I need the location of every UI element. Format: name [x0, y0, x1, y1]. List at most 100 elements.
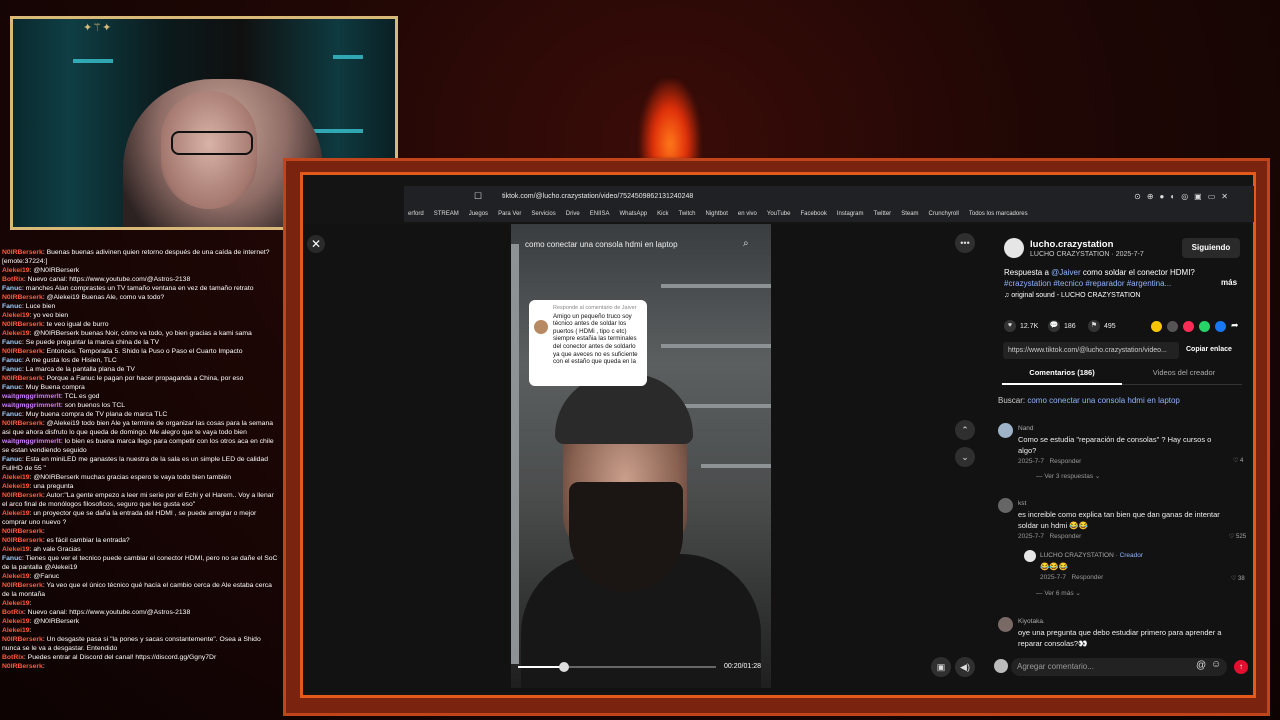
- url-field[interactable]: tiktok.com/@lucho.crazystation/video/752…: [502, 193, 693, 200]
- bookmark-item[interactable]: Steam: [901, 211, 918, 217]
- chat-username[interactable]: N0IRBerserk: [2, 294, 43, 301]
- reply-user-name[interactable]: LUCHO CRAZYSTATION: [1040, 552, 1114, 559]
- bookmark-item[interactable]: Twitch: [679, 211, 696, 217]
- view-replies-button[interactable]: — Ver 3 respuestas ⌄: [1036, 471, 1223, 482]
- chat-username[interactable]: N0IRBerserk: [2, 375, 43, 382]
- chat-username[interactable]: Alekei19: [2, 510, 30, 517]
- bookmark-item[interactable]: en vivo: [738, 211, 757, 217]
- sound-label[interactable]: original sound - LUCHO CRAZYSTATION: [1011, 292, 1140, 299]
- comment-like[interactable]: ♡ 4: [1233, 457, 1243, 464]
- chat-username[interactable]: N0IRBerserk: [2, 249, 43, 256]
- comment-user[interactable]: Kiyotaka.: [1018, 616, 1223, 627]
- chat-username[interactable]: Fanuc: [2, 285, 22, 292]
- bookmark-item[interactable]: Facebook: [800, 211, 826, 217]
- search-icon[interactable]: ⌕: [743, 238, 749, 249]
- likes-stat[interactable]: ♥ 12.7K: [1004, 320, 1038, 332]
- view-more-button[interactable]: — Ver 6 más ⌄: [1036, 588, 1225, 599]
- comment-input[interactable]: Agregar comentario...: [1011, 658, 1227, 676]
- author-handle[interactable]: lucho.crazystation: [1030, 239, 1113, 250]
- next-video-button[interactable]: ⌄: [955, 447, 975, 467]
- bookmark-item[interactable]: Crunchyroll: [929, 211, 959, 217]
- previous-video-button[interactable]: ⌃: [955, 420, 975, 440]
- embed-icon[interactable]: [1167, 321, 1178, 332]
- comment-user[interactable]: LUCHO CRAZYSTATION · Creador: [1040, 550, 1225, 561]
- chat-username[interactable]: Alekei19: [2, 474, 30, 481]
- chat-username[interactable]: Alekei19: [2, 330, 30, 337]
- video-progress-bar[interactable]: [518, 662, 716, 672]
- chat-username[interactable]: Alekei19: [2, 483, 30, 490]
- bookmark-item[interactable]: Todos los marcadores: [969, 211, 1028, 217]
- chat-username[interactable]: BotRix: [2, 276, 24, 283]
- bookmark-item[interactable]: Kick: [657, 211, 668, 217]
- chat-username[interactable]: Alekei19: [2, 312, 30, 319]
- chat-username[interactable]: N0IRBerserk: [2, 663, 43, 670]
- more-options-icon[interactable]: •••: [955, 233, 975, 253]
- chat-username[interactable]: Fanuc: [2, 384, 22, 391]
- avatar[interactable]: [998, 423, 1013, 438]
- chat-username[interactable]: waitgmggrimmerlt: [2, 402, 61, 409]
- bookmark-item[interactable]: YouTube: [767, 211, 791, 217]
- comment-like[interactable]: ♡ 38: [1231, 575, 1245, 582]
- chat-username[interactable]: BotRix: [2, 654, 24, 661]
- tab-creator-videos[interactable]: Videos del creador: [1124, 368, 1244, 377]
- share-friends-icon[interactable]: [1183, 321, 1194, 332]
- chat-username[interactable]: N0IRBerserk: [2, 348, 43, 355]
- saves-stat[interactable]: ⚑ 495: [1088, 320, 1116, 332]
- chat-username[interactable]: Alekei19: [2, 627, 30, 634]
- facebook-icon[interactable]: [1215, 321, 1226, 332]
- chat-username[interactable]: N0IRBerserk: [2, 492, 43, 499]
- emoji-icon[interactable]: ☺: [1211, 659, 1221, 670]
- video-search-title[interactable]: como conectar una consola hdmi en laptop: [525, 240, 678, 249]
- chat-username[interactable]: Fanuc: [2, 366, 22, 373]
- chat-username[interactable]: N0IRBerserk: [2, 582, 43, 589]
- chat-username[interactable]: Alekei19: [2, 600, 30, 607]
- volume-icon[interactable]: ◀): [955, 657, 975, 677]
- more-link[interactable]: más: [1221, 278, 1237, 287]
- bookmark-item[interactable]: STREAM: [434, 211, 459, 217]
- comment-like[interactable]: ♡ 525: [1229, 533, 1246, 540]
- bookmark-item[interactable]: ENIISA: [590, 211, 610, 217]
- chat-username[interactable]: N0IRBerserk: [2, 420, 43, 427]
- chat-username[interactable]: waitgmggrimmerlt: [2, 438, 61, 445]
- chat-username[interactable]: Fanuc: [2, 411, 22, 418]
- tab-comments[interactable]: Comentarios (186): [1002, 368, 1122, 377]
- close-button[interactable]: ✕: [307, 235, 325, 253]
- chat-username[interactable]: N0IRBerserk: [2, 636, 43, 643]
- bookmark-item[interactable]: Juegos: [469, 211, 488, 217]
- progress-knob[interactable]: [558, 662, 569, 672]
- bookmark-item[interactable]: erford: [408, 211, 424, 217]
- copy-link-button[interactable]: Copiar enlace: [1186, 346, 1232, 353]
- bookmark-item[interactable]: Drive: [566, 211, 580, 217]
- following-button[interactable]: Siguiendo: [1182, 238, 1240, 258]
- bookmark-item[interactable]: Twitter: [874, 211, 892, 217]
- hashtags[interactable]: #crazystation #tecnico #reparador #argen…: [1004, 279, 1171, 288]
- share-arrow-icon[interactable]: ➦: [1231, 320, 1239, 331]
- bookmark-item[interactable]: Servicios: [531, 211, 555, 217]
- whatsapp-icon[interactable]: [1199, 321, 1210, 332]
- chat-username[interactable]: N0IRBerserk: [2, 528, 43, 535]
- bookmark-item[interactable]: Instagram: [837, 211, 864, 217]
- search-query-link[interactable]: como conectar una consola hdmi en laptop: [1027, 396, 1180, 405]
- chat-username[interactable]: BotRix: [2, 609, 24, 616]
- video-player[interactable]: como conectar una consola hdmi en laptop…: [511, 224, 771, 688]
- sound-row[interactable]: ♫ original sound - LUCHO CRAZYSTATION: [1004, 292, 1140, 299]
- avatar[interactable]: [1024, 550, 1036, 562]
- chat-username[interactable]: Fanuc: [2, 339, 22, 346]
- comment-search[interactable]: Buscar: como conectar una consola hdmi e…: [998, 396, 1180, 405]
- reply-button[interactable]: Responder: [1049, 458, 1081, 465]
- bookmark-item[interactable]: Nightbot: [706, 211, 728, 217]
- chat-username[interactable]: Alekei19: [2, 618, 30, 625]
- pip-icon[interactable]: ▣: [931, 657, 951, 677]
- user-avatar[interactable]: [994, 659, 1008, 673]
- chat-username[interactable]: Alekei19: [2, 573, 30, 580]
- view-replies-label[interactable]: Ver 3 respuestas: [1044, 473, 1093, 480]
- chat-username[interactable]: Fanuc: [2, 303, 22, 310]
- chat-username[interactable]: Fanuc: [2, 456, 22, 463]
- avatar[interactable]: [998, 498, 1013, 513]
- comment-user[interactable]: Nand: [1018, 423, 1223, 434]
- comments-stat[interactable]: 💬 186: [1048, 320, 1076, 332]
- mention-link[interactable]: @Jaiver: [1051, 268, 1080, 277]
- comment-user[interactable]: kst: [1018, 498, 1223, 509]
- author-avatar[interactable]: [1004, 238, 1024, 258]
- chat-username[interactable]: Alekei19: [2, 546, 30, 553]
